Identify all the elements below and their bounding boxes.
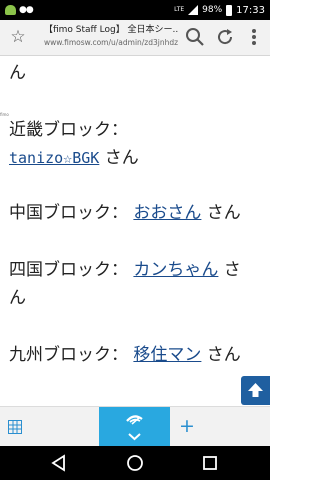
kyushu-label: 九州ブロック： (9, 345, 128, 365)
more-notifications-icon: ●● (19, 5, 34, 15)
scroll-to-top-button[interactable] (241, 376, 270, 405)
shikoku-wrap: ん (9, 288, 26, 308)
android-notification-icon (5, 5, 16, 15)
text-line-top: ん (9, 63, 26, 83)
chugoku-label: 中国ブロック： (9, 203, 128, 223)
current-tab-button[interactable] (99, 407, 170, 447)
address-bar[interactable]: 【fimo Staff Log】 全日本シー... www.fimosw.com… (44, 23, 178, 53)
shikoku-label: 四国ブロック： (9, 260, 128, 280)
battery-percent: 98% (202, 5, 223, 15)
status-right: LTE 98% 17:33 (174, 4, 265, 16)
shikoku-row: 四国ブロック： カンちゃん さ (9, 259, 241, 281)
clock: 17:33 (236, 4, 265, 16)
android-nav-bar (0, 446, 270, 480)
kinki-user-link[interactable]: tanizo☆BGK (9, 149, 99, 167)
kyushu-suffix: さん (201, 345, 241, 365)
browser-bottom-bar: + (0, 406, 270, 447)
back-icon[interactable] (50, 454, 68, 472)
signal-icon (188, 5, 199, 15)
battery-icon (226, 4, 233, 16)
shikoku-suffix: さ (218, 260, 241, 280)
arrow-up-icon (248, 383, 263, 397)
reload-icon[interactable] (214, 26, 236, 48)
favicon-label: fimo (0, 112, 9, 117)
tabs-grid-icon[interactable] (8, 419, 22, 434)
status-bar: ●● LTE 98% 17:33 (0, 0, 270, 20)
bookmark-star-icon[interactable]: ☆ (8, 27, 28, 47)
kyushu-user-link[interactable]: 移住マン (133, 345, 201, 365)
status-left: ●● (5, 5, 34, 15)
home-icon[interactable] (126, 454, 144, 472)
recent-apps-icon[interactable] (201, 454, 219, 472)
add-tab-icon[interactable]: + (178, 415, 196, 437)
chugoku-user-link[interactable]: おおさん (133, 203, 201, 223)
network-type: LTE (174, 6, 185, 13)
page-tab-title: 【fimo Staff Log】 全日本シー... (44, 25, 178, 35)
search-icon[interactable] (184, 26, 206, 48)
chugoku-suffix: さん (201, 203, 241, 223)
kinki-label: 近畿ブロック： (9, 120, 128, 140)
page-content: fimo ん 近畿ブロック： tanizo☆BGK さん 中国ブロック： おおさ… (0, 56, 270, 406)
kinki-row: tanizo☆BGK さん (9, 147, 139, 169)
kinki-suffix: さん (99, 148, 139, 168)
browser-toolbar: ☆ 【fimo Staff Log】 全日本シー... www.fimosw.c… (0, 20, 270, 56)
shikoku-user-link[interactable]: カンちゃん (133, 260, 218, 280)
overflow-menu-icon[interactable] (243, 26, 265, 48)
url-text: www.fimosw.com/u/admin/zd3jnhdz... (44, 38, 178, 47)
kyushu-row: 九州ブロック： 移住マン さん (9, 344, 241, 366)
chugoku-row: 中国ブロック： おおさん さん (9, 202, 241, 224)
